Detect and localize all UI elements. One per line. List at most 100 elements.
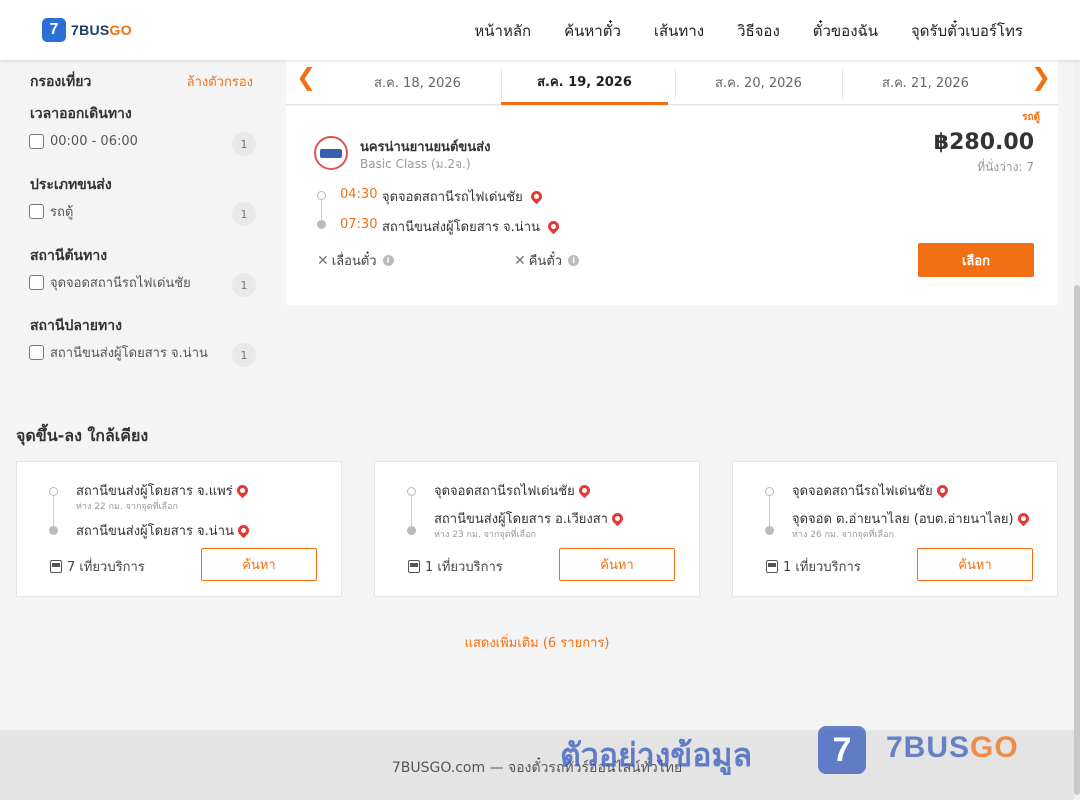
checkbox[interactable] xyxy=(29,344,44,360)
logo-mark: 7 xyxy=(42,18,66,42)
map-pin-icon[interactable] xyxy=(235,522,252,539)
watermark-logo-wordmark: 7BUSGO xyxy=(886,731,1019,764)
checkbox[interactable] xyxy=(29,274,44,290)
bus-icon xyxy=(766,560,778,573)
nearby-card: จุดจอดสถานีรถไฟเด่นชัย สถานีขนส่งผู้โดยส… xyxy=(374,461,700,597)
info-icon[interactable]: i xyxy=(568,255,580,266)
vehicle-type-badge: รถตู้ xyxy=(1022,112,1040,123)
count-badge: 1 xyxy=(232,273,256,297)
filter-option-label: จุดจอดสถานีรถไฟเด่นชัย xyxy=(50,275,191,291)
nearby-distance: ห่าง 23 กม. จากจุดที่เลือก xyxy=(434,530,536,540)
clear-filters-link[interactable]: ล้างตัวกรอง xyxy=(187,71,253,92)
map-pin-icon[interactable] xyxy=(934,482,951,499)
checkbox[interactable] xyxy=(29,133,44,149)
nearby-card: สถานีขนส่งผู้โดยสาร จ.แพร่ ห่าง 22 กม. จ… xyxy=(16,461,342,597)
map-pin-icon[interactable] xyxy=(528,188,545,205)
service-class: Basic Class (ม.2จ.) xyxy=(360,157,471,171)
page-scrollbar[interactable] xyxy=(1074,0,1080,800)
route-line xyxy=(53,496,54,526)
refund-policy[interactable]: ✕ คืนตั๋ว i xyxy=(514,250,580,271)
trip-price: ฿280.00 xyxy=(933,130,1034,155)
date-tab-active[interactable]: ส.ค. 19, 2026 xyxy=(501,60,668,105)
select-trip-button[interactable]: เลือก xyxy=(918,243,1034,277)
nearby-card: จุดจอดสถานีรถไฟเด่นชัย จุดจอด ต.อ่ายนาไล… xyxy=(732,461,1058,597)
origin-dot xyxy=(49,487,58,496)
reschedule-policy[interactable]: ✕ เลื่อนตั๋ว i xyxy=(317,250,394,271)
departure-stop-label: จุดจอดสถานีรถไฟเด่นชัย xyxy=(382,190,523,205)
nearby-search-button[interactable]: ค้นหา xyxy=(917,548,1033,581)
filter-option-vehicle-type[interactable]: รถตู้ 1 xyxy=(29,200,256,226)
route-line xyxy=(769,496,770,526)
top-header: 7 7BUSGO หน้าหลัก ค้นหาตั๋ว เส้นทาง วิธี… xyxy=(0,0,1080,60)
filter-option-label: รถตู้ xyxy=(50,204,74,220)
nearby-section-title: จุดขึ้น-ลง ใกล้เคียง xyxy=(16,426,149,445)
nearby-to: สถานีขนส่งผู้โดยสาร อ.เวียงสา xyxy=(434,508,626,529)
filter-title: กรองเที่ยว xyxy=(30,74,92,90)
date-selector: ❮ ส.ค. 18, 2026 ส.ค. 19, 2026 ส.ค. 20, 2… xyxy=(286,60,1058,105)
arrival-stop[interactable]: สถานีขนส่งผู้โดยสาร จ.น่าน xyxy=(382,216,562,237)
date-tab[interactable]: ส.ค. 21, 2026 xyxy=(842,60,1009,105)
filter-option-destination-station[interactable]: สถานีขนส่งผู้โดยสาร จ.น่าน 1 xyxy=(29,341,256,367)
scrollbar-thumb[interactable] xyxy=(1074,285,1080,795)
nearby-distance: ห่าง 26 กม. จากจุดที่เลือก xyxy=(792,530,894,540)
destination-dot xyxy=(765,526,774,535)
checkbox[interactable] xyxy=(29,203,44,219)
operator-logo-icon xyxy=(314,136,348,170)
arrival-stop-label: สถานีขนส่งผู้โดยสาร จ.น่าน xyxy=(382,220,540,235)
filter-option-label: 00:00 - 06:00 xyxy=(50,133,138,149)
map-pin-icon[interactable] xyxy=(545,218,562,235)
departure-stop[interactable]: จุดจอดสถานีรถไฟเด่นชัย xyxy=(382,186,545,207)
watermark-text: ตัวอย่างข้อมูล xyxy=(560,736,753,774)
route-line xyxy=(321,200,322,220)
map-pin-icon[interactable] xyxy=(234,482,251,499)
route-line xyxy=(411,496,412,526)
nearby-search-button[interactable]: ค้นหา xyxy=(559,548,675,581)
chevron-left-icon[interactable]: ❮ xyxy=(296,65,316,89)
count-badge: 1 xyxy=(232,202,256,226)
bus-icon xyxy=(408,560,420,573)
nearby-to: สถานีขนส่งผู้โดยสาร จ.น่าน xyxy=(76,520,252,541)
filter-group-title: สถานีต้นทาง xyxy=(30,248,108,264)
map-pin-icon[interactable] xyxy=(609,510,626,527)
date-tab[interactable]: ส.ค. 20, 2026 xyxy=(675,60,842,105)
close-icon: ✕ xyxy=(317,252,329,269)
trip-count: 7 เที่ยวบริการ xyxy=(50,556,145,577)
seats-available: ที่นั่งว่าง: 7 xyxy=(977,160,1034,174)
filter-option-origin-station[interactable]: จุดจอดสถานีรถไฟเด่นชัย 1 xyxy=(29,271,256,297)
chevron-right-icon[interactable]: ❯ xyxy=(1031,65,1051,89)
date-tab[interactable]: ส.ค. 18, 2026 xyxy=(334,60,501,105)
nav-routes[interactable]: เส้นทาง xyxy=(654,19,704,43)
main-nav: หน้าหลัก ค้นหาตั๋ว เส้นทาง วิธีจอง ตั๋วข… xyxy=(474,19,1023,43)
nav-pickup-points[interactable]: จุดรับตั๋วเบอร์โทร xyxy=(911,19,1023,43)
nearby-from: จุดจอดสถานีรถไฟเด่นชัย xyxy=(792,480,951,501)
nearby-from: จุดจอดสถานีรถไฟเด่นชัย xyxy=(434,480,593,501)
filter-group-title: ประเภทขนส่ง xyxy=(30,177,112,193)
nav-search-tickets[interactable]: ค้นหาตั๋ว xyxy=(564,19,621,43)
filter-group-title: เวลาออกเดินทาง xyxy=(30,106,132,122)
nav-how-to-book[interactable]: วิธีจอง xyxy=(737,19,780,43)
nearby-distance: ห่าง 22 กม. จากจุดที่เลือก xyxy=(76,502,178,512)
filter-option-label: สถานีขนส่งผู้โดยสาร จ.น่าน xyxy=(50,345,208,361)
nearby-search-button[interactable]: ค้นหา xyxy=(201,548,317,581)
nav-home[interactable]: หน้าหลัก xyxy=(474,19,531,43)
reschedule-label: เลื่อนตั๋ว xyxy=(331,254,377,269)
origin-dot xyxy=(765,487,774,496)
map-pin-icon[interactable] xyxy=(576,482,593,499)
filter-option-departure-time[interactable]: 00:00 - 06:00 1 xyxy=(29,130,256,156)
close-icon: ✕ xyxy=(514,252,526,269)
refund-label: คืนตั๋ว xyxy=(528,254,563,269)
show-more-link[interactable]: แสดงเพิ่มเติม (6 รายการ) xyxy=(0,632,1074,653)
info-icon[interactable]: i xyxy=(382,255,394,266)
map-pin-icon[interactable] xyxy=(1015,510,1031,527)
destination-dot xyxy=(49,526,58,535)
trip-count: 1 เที่ยวบริการ xyxy=(408,556,503,577)
filter-group-title: สถานีปลายทาง xyxy=(30,318,122,334)
nearby-to: จุดจอด ต.อ่ายนาไลย (อบต.อ่ายนาไลย) xyxy=(792,508,1031,529)
destination-dot xyxy=(317,220,326,229)
trip-card: รถตู้ นครน่านยานยนต์ขนส่ง Basic Class (ม… xyxy=(286,106,1058,305)
logo-wordmark: 7BUSGO xyxy=(71,22,132,38)
trip-count: 1 เที่ยวบริการ xyxy=(766,556,861,577)
site-logo[interactable]: 7 7BUSGO xyxy=(42,18,132,42)
nav-my-tickets[interactable]: ตั๋วของฉัน xyxy=(813,19,878,43)
watermark-logo-mark: 7 xyxy=(818,726,866,774)
